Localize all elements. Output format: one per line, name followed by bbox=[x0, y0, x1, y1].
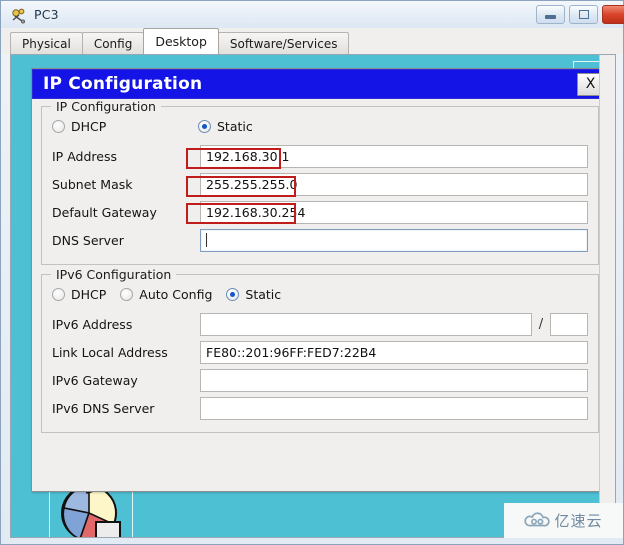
watermark-text: 亿速云 bbox=[554, 512, 603, 530]
ipv6-mode-radio-group: DHCP Auto Config Static bbox=[52, 287, 588, 302]
ipv6-radio-dhcp[interactable]: DHCP bbox=[52, 287, 106, 302]
maximize-icon bbox=[578, 10, 589, 19]
ipv6-radio-auto-config[interactable]: Auto Config bbox=[120, 287, 212, 302]
window-controls bbox=[536, 5, 624, 24]
ipv6-radio-dhcp-label: DHCP bbox=[71, 287, 107, 302]
default-gateway-label: Default Gateway bbox=[52, 204, 157, 220]
ipv6-prefix-input[interactable] bbox=[550, 312, 588, 336]
ipv4-radio-static[interactable]: Static bbox=[198, 119, 253, 134]
link-local-address-label: Link Local Address bbox=[52, 344, 168, 360]
ipv6-gateway-label: IPv6 Gateway bbox=[52, 372, 138, 388]
tab-config[interactable]: Config bbox=[81, 32, 145, 54]
tab-software-services-label: Software/Services bbox=[229, 36, 338, 51]
ipv6-address-label: IPv6 Address bbox=[52, 316, 133, 332]
subnet-mask-input[interactable]: 255.255.255.0 bbox=[200, 172, 588, 196]
tab-desktop[interactable]: Desktop bbox=[143, 28, 219, 54]
text-caret bbox=[206, 233, 207, 247]
tab-physical[interactable]: Physical bbox=[10, 32, 83, 54]
close-button[interactable] bbox=[602, 5, 624, 24]
dialog-title: IP Configuration bbox=[43, 74, 203, 94]
default-gateway-input[interactable]: 192.168.30.254 bbox=[200, 200, 588, 224]
ipv4-mode-radio-group: DHCP Static bbox=[52, 119, 588, 134]
field-ipv6-dns-server: IPv6 DNS Server bbox=[52, 395, 588, 421]
maximize-button[interactable] bbox=[569, 5, 598, 24]
radio-selected-icon bbox=[198, 120, 211, 133]
ipv4-radio-dhcp-label: DHCP bbox=[71, 119, 107, 134]
subnet-mask-label: Subnet Mask bbox=[52, 176, 133, 192]
radio-unselected-icon bbox=[52, 288, 65, 301]
ipv6-dns-server-label: IPv6 DNS Server bbox=[52, 400, 155, 416]
window-titlebar: PC3 bbox=[1, 1, 624, 28]
ipv6-gateway-input[interactable] bbox=[200, 368, 588, 392]
tab-software-services[interactable]: Software/Services bbox=[217, 32, 350, 54]
tab-bar: Physical Config Desktop Software/Service… bbox=[1, 28, 623, 54]
ipv6-group-legend: IPv6 Configuration bbox=[51, 267, 177, 282]
radio-selected-icon bbox=[226, 288, 240, 301]
ipv6-radio-static[interactable]: Static bbox=[226, 287, 281, 302]
ipv6-configuration-group: IPv6 Configuration DHCP Auto Config Stat… bbox=[41, 267, 599, 433]
minimize-button[interactable] bbox=[536, 5, 565, 24]
field-ip-address: IP Address 192.168.30.1 bbox=[52, 143, 588, 169]
field-link-local-address: Link Local Address FE80::201:96FF:FED7:2… bbox=[52, 339, 588, 365]
radio-unselected-icon bbox=[52, 120, 65, 133]
radio-unselected-icon bbox=[120, 288, 134, 301]
watermark: 亿速云 bbox=[504, 503, 623, 538]
field-subnet-mask: Subnet Mask 255.255.255.0 bbox=[52, 171, 588, 197]
ipv4-radio-dhcp[interactable]: DHCP bbox=[52, 119, 198, 134]
dialog-titlebar: IP Configuration X bbox=[32, 69, 608, 99]
ipv4-group-legend: IP Configuration bbox=[51, 99, 161, 114]
device-icon bbox=[9, 6, 29, 24]
ipv6-prefix-separator: / bbox=[538, 316, 544, 332]
ipv4-radio-static-label: Static bbox=[217, 119, 253, 134]
ipv6-dns-server-input[interactable] bbox=[200, 396, 588, 420]
desktop-scrollbar[interactable] bbox=[599, 55, 615, 537]
field-ipv6-address: IPv6 Address / bbox=[52, 311, 588, 337]
dialog-body: IP Configuration DHCP Static IP Address … bbox=[32, 99, 608, 433]
tab-config-label: Config bbox=[93, 36, 133, 51]
ipv4-configuration-group: IP Configuration DHCP Static IP Address … bbox=[41, 99, 599, 265]
window-title: PC3 bbox=[34, 7, 59, 22]
field-dns-server: DNS Server bbox=[52, 227, 588, 253]
cloud-icon bbox=[524, 512, 551, 527]
minimize-icon bbox=[545, 15, 556, 19]
dns-server-input[interactable] bbox=[200, 228, 588, 252]
ip-address-input[interactable]: 192.168.30.1 bbox=[200, 144, 588, 168]
ipv6-radio-static-label: Static bbox=[245, 287, 282, 302]
ip-address-label: IP Address bbox=[52, 148, 117, 164]
application-window: PC3 Physical Config Desktop Software/Ser… bbox=[0, 0, 624, 545]
dns-server-label: DNS Server bbox=[52, 232, 124, 248]
field-default-gateway: Default Gateway 192.168.30.254 bbox=[52, 199, 588, 225]
ipv6-radio-auto-config-label: Auto Config bbox=[139, 287, 213, 302]
screenshot-root: PC3 Physical Config Desktop Software/Ser… bbox=[0, 0, 624, 545]
tab-desktop-label: Desktop bbox=[155, 34, 207, 49]
ipv6-address-input[interactable] bbox=[200, 312, 532, 336]
desktop-canvas: r or bbox=[10, 54, 616, 538]
link-local-address-input: FE80::201:96FF:FED7:22B4 bbox=[200, 340, 588, 364]
tab-physical-label: Physical bbox=[22, 36, 71, 51]
ip-configuration-dialog: IP Configuration X IP Configuration DHCP bbox=[31, 68, 609, 492]
field-ipv6-gateway: IPv6 Gateway bbox=[52, 367, 588, 393]
